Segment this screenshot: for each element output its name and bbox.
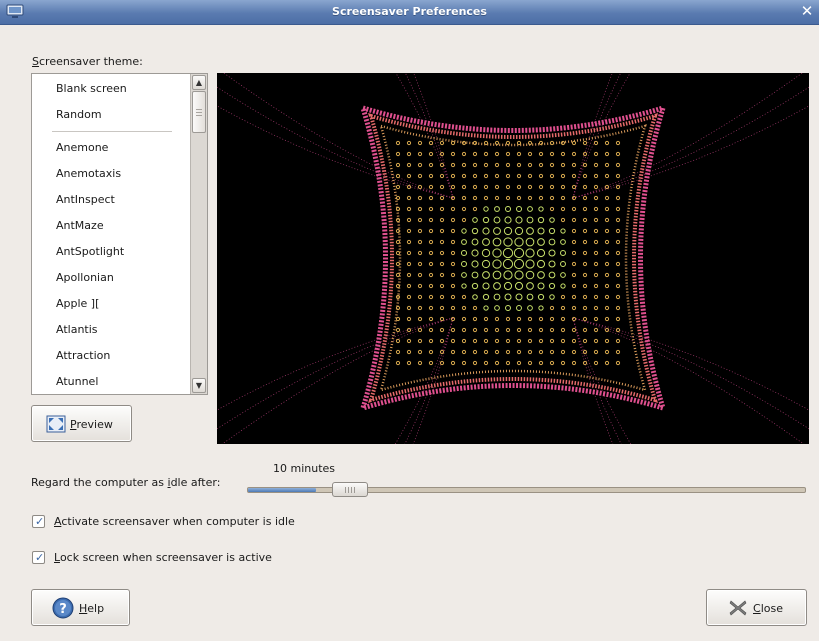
close-mnemonic: C xyxy=(753,602,761,615)
svg-text:?: ? xyxy=(59,602,67,617)
theme-list-items: Blank screen Random Anemone Anemotaxis A… xyxy=(32,76,188,394)
thumb-grip xyxy=(196,109,202,110)
preview-fractal xyxy=(217,73,809,444)
activate-checkbox[interactable]: ✓ xyxy=(32,515,45,528)
list-item[interactable]: AntSpotlight xyxy=(32,239,188,265)
check-icon: ✓ xyxy=(35,515,45,528)
close-icon xyxy=(729,600,747,616)
list-item[interactable]: Atunnel xyxy=(32,369,188,394)
knob-grip xyxy=(348,487,349,493)
list-item[interactable]: Anemotaxis xyxy=(32,161,188,187)
idle-slider-fill xyxy=(248,488,316,492)
preview-button[interactable]: Preview xyxy=(31,405,132,442)
idle-slider[interactable] xyxy=(247,487,806,493)
lock-checkbox[interactable]: ✓ xyxy=(32,551,45,564)
list-item[interactable]: Atlantis xyxy=(32,317,188,343)
preview-button-label: Preview xyxy=(70,418,113,431)
help-label-rest: elp xyxy=(87,602,105,615)
fractal-pattern xyxy=(217,73,809,444)
lock-label: Lock screen when screensaver is active xyxy=(54,551,272,564)
scroll-down-icon[interactable]: ▼ xyxy=(192,378,206,393)
close-button-label: Close xyxy=(753,602,783,615)
help-button[interactable]: ? Help xyxy=(31,589,130,626)
check-icon: ✓ xyxy=(35,551,45,564)
preview-label-rest: review xyxy=(76,418,113,431)
list-item[interactable]: Apple ][ xyxy=(32,291,188,317)
list-item[interactable]: Attraction xyxy=(32,343,188,369)
theme-label-rest: creensaver theme: xyxy=(38,55,143,68)
list-item-blank-screen[interactable]: Blank screen xyxy=(32,76,188,102)
theme-list-scrollbar[interactable]: ▲ ▼ xyxy=(190,74,207,394)
theme-list[interactable]: Blank screen Random Anemone Anemotaxis A… xyxy=(31,73,208,395)
list-item[interactable]: Apollonian xyxy=(32,265,188,291)
theme-label: Screensaver theme: xyxy=(32,55,143,68)
help-button-label: Help xyxy=(79,602,104,615)
scroll-thumb[interactable] xyxy=(192,91,206,133)
close-label-rest: lose xyxy=(760,602,783,615)
theme-label-mnemonic: S xyxy=(32,55,39,68)
knob-grip xyxy=(354,487,355,493)
title-bar: Screensaver Preferences ✕ xyxy=(0,0,819,25)
close-button[interactable]: Close xyxy=(706,589,807,626)
screensaver-preview xyxy=(217,73,809,444)
scroll-up-icon[interactable]: ▲ xyxy=(192,75,206,90)
list-separator xyxy=(52,131,172,132)
fullscreen-icon xyxy=(46,415,66,433)
knob-grip xyxy=(345,487,346,493)
knob-grip xyxy=(351,487,352,493)
thumb-grip xyxy=(196,115,202,116)
list-item[interactable]: AntMaze xyxy=(32,213,188,239)
list-item[interactable]: Anemone xyxy=(32,135,188,161)
window-title: Screensaver Preferences xyxy=(332,5,487,18)
idle-value: 10 minutes xyxy=(273,462,336,475)
thumb-grip xyxy=(196,112,202,113)
window-close-icon[interactable]: ✕ xyxy=(799,3,815,19)
list-item-random[interactable]: Random xyxy=(32,102,188,128)
idle-slider-knob[interactable] xyxy=(332,482,368,497)
list-item[interactable]: AntInspect xyxy=(32,187,188,213)
help-icon: ? xyxy=(52,597,74,619)
idle-label: Regard the computer as idle after: xyxy=(31,476,221,489)
activate-label: Activate screensaver when computer is id… xyxy=(54,515,295,528)
